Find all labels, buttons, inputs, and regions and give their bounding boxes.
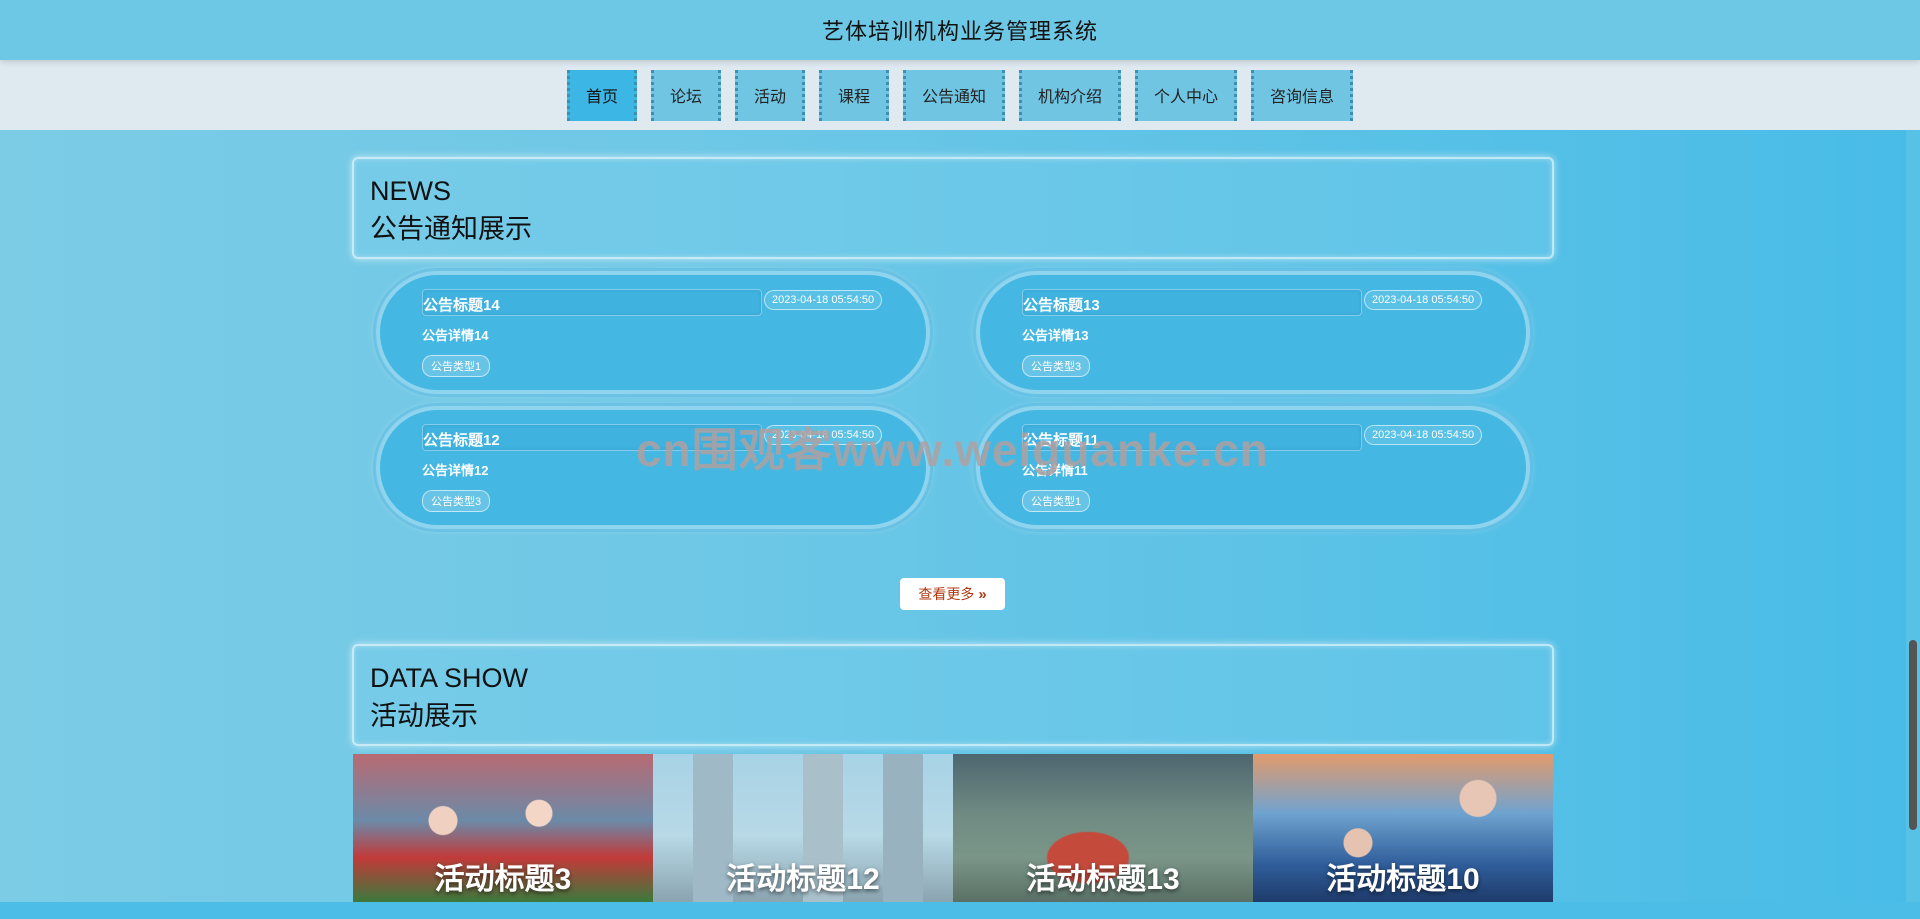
news-card-title[interactable]: 公告标题12	[422, 424, 762, 451]
view-more-label: 查看更多	[918, 586, 975, 602]
news-card-title[interactable]: 公告标题13	[1022, 289, 1362, 316]
nav-item-about[interactable]: 机构介绍	[1019, 69, 1122, 121]
news-card-date: 2023-04-18 05:54:50	[764, 425, 883, 445]
news-card-date: 2023-04-18 05:54:50	[764, 290, 883, 310]
nav-item-forum[interactable]: 论坛	[650, 69, 721, 121]
news-header-en: NEWS	[370, 176, 451, 206]
news-card[interactable]: 公告标题14 2023-04-18 05:54:50 公告详情14 公告类型1	[376, 271, 930, 394]
news-card-type-badge: 公告类型3	[1022, 355, 1091, 377]
news-card[interactable]: 公告标题13 2023-04-18 05:54:50 公告详情13 公告类型3	[976, 271, 1530, 394]
news-card-detail: 公告详情13	[1022, 328, 1089, 343]
activity-title: 活动标题3	[434, 863, 572, 896]
news-card-title[interactable]: 公告标题14	[422, 289, 762, 316]
news-card-type-badge: 公告类型3	[422, 490, 491, 512]
activity-title: 活动标题12	[726, 863, 880, 896]
activity-title: 活动标题10	[1326, 863, 1480, 896]
page-scrollbar[interactable]	[1906, 130, 1920, 902]
news-section-header: NEWS 公告通知展示	[352, 157, 1554, 259]
activity-header-en: DATA SHOW	[370, 663, 529, 693]
news-header-cn: 公告通知展示	[370, 214, 532, 244]
bottom-strip	[0, 902, 1920, 919]
top-title-bar: 艺体培训机构业务管理系统	[0, 0, 1920, 60]
activity-title: 活动标题13	[1026, 863, 1180, 896]
activity-header-cn: 活动展示	[370, 701, 478, 731]
nav-item-activity[interactable]: 活动	[734, 69, 805, 121]
news-card-detail: 公告详情14	[422, 328, 489, 343]
activity-section-header: DATA SHOW 活动展示	[352, 644, 1554, 746]
nav-item-consult[interactable]: 咨询信息	[1251, 69, 1354, 121]
main-nav: 首页 论坛 活动 课程 公告通知 机构介绍 个人中心 咨询信息	[0, 60, 1920, 130]
nav-item-home[interactable]: 首页	[566, 69, 637, 121]
app-title: 艺体培训机构业务管理系统	[821, 19, 1098, 44]
nav-item-notice[interactable]: 公告通知	[903, 69, 1006, 121]
view-more-button[interactable]: 查看更多 »	[900, 578, 1005, 610]
activity-tile[interactable]: 活动标题13	[953, 754, 1253, 902]
scrollbar-thumb[interactable]	[1909, 640, 1917, 830]
news-card-type-badge: 公告类型1	[422, 355, 491, 377]
activity-tile[interactable]: 活动标题3	[353, 754, 653, 902]
news-card-type-badge: 公告类型1	[1022, 490, 1091, 512]
nav-item-course[interactable]: 课程	[818, 69, 889, 121]
double-chevron-right-icon: »	[978, 585, 987, 603]
news-card-detail: 公告详情11	[1022, 463, 1088, 478]
news-card-date: 2023-04-18 05:54:50	[1364, 290, 1483, 310]
news-card[interactable]: 公告标题12 2023-04-18 05:54:50 公告详情12 公告类型3	[376, 406, 930, 529]
news-card[interactable]: 公告标题11 2023-04-18 05:54:50 公告详情11 公告类型1	[976, 406, 1530, 529]
news-card-detail: 公告详情12	[422, 463, 489, 478]
activity-tile[interactable]: 活动标题10	[1253, 754, 1553, 902]
news-card-date: 2023-04-18 05:54:50	[1364, 425, 1483, 445]
nav-item-profile[interactable]: 个人中心	[1135, 69, 1238, 121]
activity-tile[interactable]: 活动标题12	[653, 754, 953, 902]
news-card-title[interactable]: 公告标题11	[1022, 424, 1362, 451]
